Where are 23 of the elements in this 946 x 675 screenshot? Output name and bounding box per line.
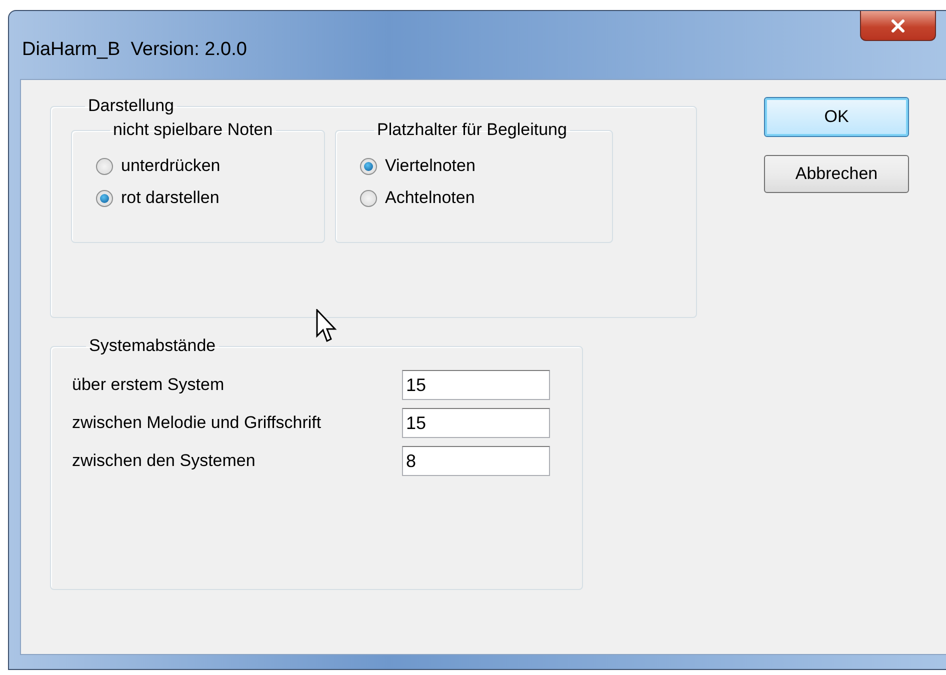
dialog-button[interactable]: OK	[764, 97, 909, 137]
input-field[interactable]: 15	[402, 408, 550, 438]
group-title: Platzhalter für Begleitung	[377, 120, 567, 139]
radio-button[interactable]	[360, 190, 377, 206]
group-title: nicht spielbare Noten	[113, 120, 273, 139]
radio-label[interactable]: unterdrücken	[121, 156, 220, 176]
radio-label[interactable]: Achtelnoten	[385, 188, 475, 208]
radio-button[interactable]	[360, 158, 377, 174]
input-field[interactable]: 15	[402, 370, 550, 400]
window-title: DiaHarm_B Version: 2.0.0	[22, 39, 247, 61]
close-button[interactable]	[860, 11, 936, 41]
dialog-button[interactable]: Abbrechen	[764, 155, 909, 193]
close-icon	[890, 18, 906, 32]
field-label: zwischen den Systemen	[72, 451, 256, 471]
group-title: Systemabstände	[89, 336, 216, 355]
field-label: über erstem System	[72, 375, 226, 395]
group-title: Darstellung	[88, 96, 174, 115]
radio-label[interactable]: Viertelnoten	[385, 156, 476, 176]
field-label: zwischen Melodie und Griffschrift	[72, 413, 322, 433]
input-field[interactable]: 8	[402, 446, 550, 476]
radio-button[interactable]	[96, 158, 113, 174]
radio-button[interactable]	[96, 190, 113, 206]
radio-label[interactable]: rot darstellen	[121, 188, 220, 208]
